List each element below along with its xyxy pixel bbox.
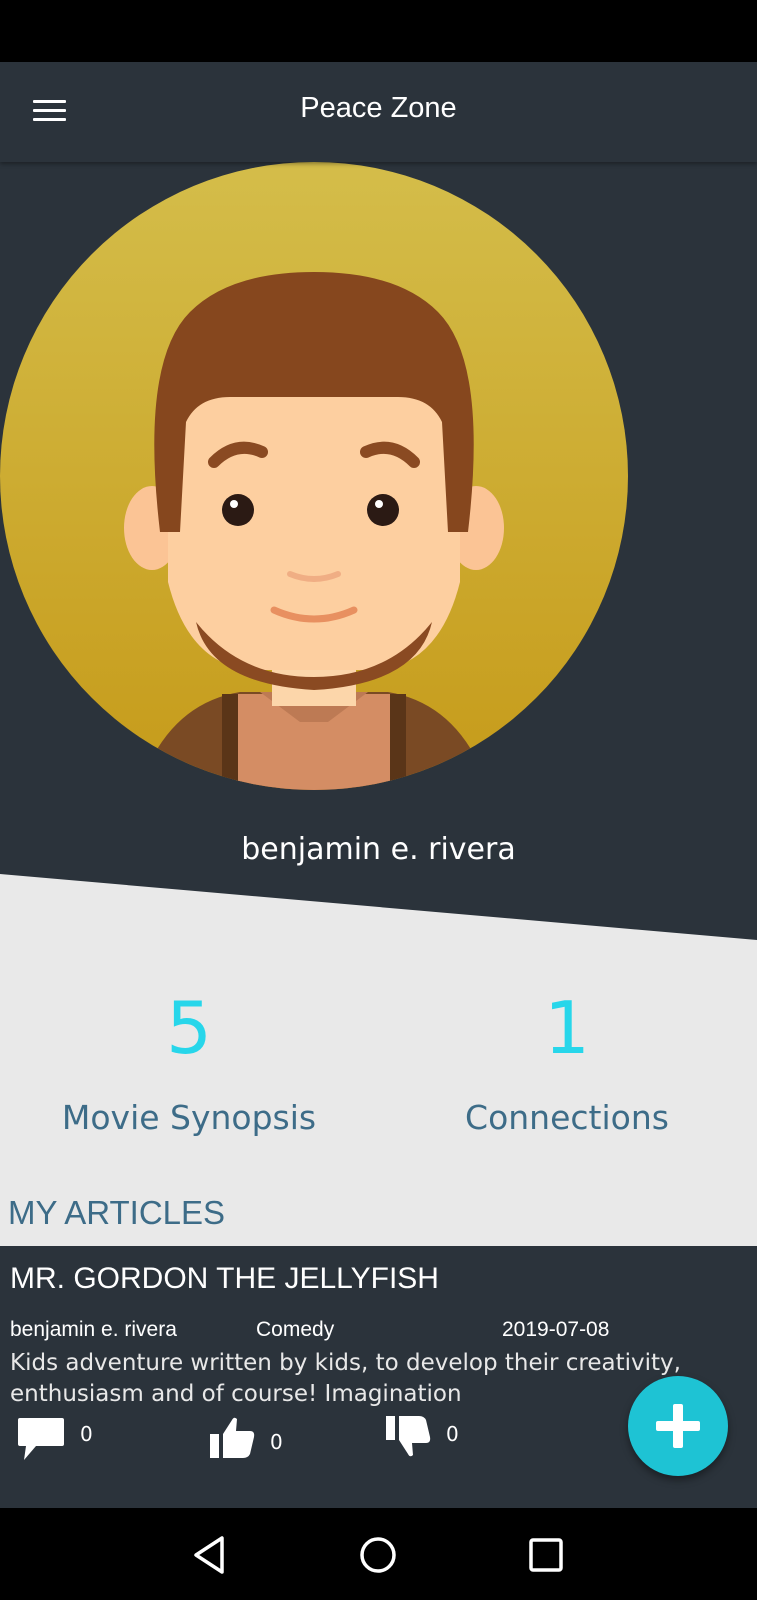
recents-square-icon[interactable]: [521, 1530, 571, 1580]
profile-stats: 5 Movie Synopsis 1 Connections: [0, 992, 757, 1172]
like-button[interactable]: 0: [210, 1416, 283, 1460]
profile-username: benjamin e. rivera: [241, 832, 516, 867]
stat-connections[interactable]: 1 Connections: [378, 992, 756, 1137]
stat-value: 5: [166, 986, 212, 1070]
profile-header: benjamin e. rivera: [0, 162, 757, 1022]
app-screen: Peace Zone benjamin e. rivera 5 Movie Sy…: [0, 62, 757, 1508]
article-author: benjamin e. rivera: [10, 1318, 177, 1341]
article-card[interactable]: MR. GORDON THE JELLYFISH benjamin e. riv…: [0, 1246, 757, 1508]
article-date: 2019-07-08: [502, 1318, 610, 1341]
dislike-count: 0: [446, 1422, 459, 1446]
comment-icon: [18, 1418, 64, 1460]
app-title: Peace Zone: [300, 92, 457, 124]
stat-label: Connections: [465, 1098, 669, 1137]
app-bar: Peace Zone: [0, 62, 757, 162]
home-circle-icon[interactable]: [353, 1530, 403, 1580]
section-title: MY ARTICLES: [8, 1194, 226, 1231]
article-genre: Comedy: [256, 1318, 335, 1341]
comment-count: 0: [80, 1422, 93, 1446]
dislike-button[interactable]: 0: [386, 1416, 459, 1460]
status-bar: [0, 0, 757, 62]
add-article-button[interactable]: [628, 1376, 728, 1476]
thumbs-down-icon: [386, 1416, 431, 1457]
stat-label: Movie Synopsis: [61, 1098, 317, 1137]
system-nav-bar: [0, 1508, 757, 1600]
comment-button[interactable]: 0: [16, 1416, 93, 1462]
article-title: MR. GORDON THE JELLYFISH: [10, 1262, 439, 1295]
thumbs-up-icon: [210, 1417, 255, 1458]
avatar: [0, 162, 628, 790]
stat-value: 1: [544, 986, 590, 1070]
stat-movie-synopsis[interactable]: 5 Movie Synopsis: [0, 992, 378, 1137]
like-count: 0: [270, 1430, 283, 1454]
back-triangle-icon[interactable]: [186, 1530, 236, 1580]
